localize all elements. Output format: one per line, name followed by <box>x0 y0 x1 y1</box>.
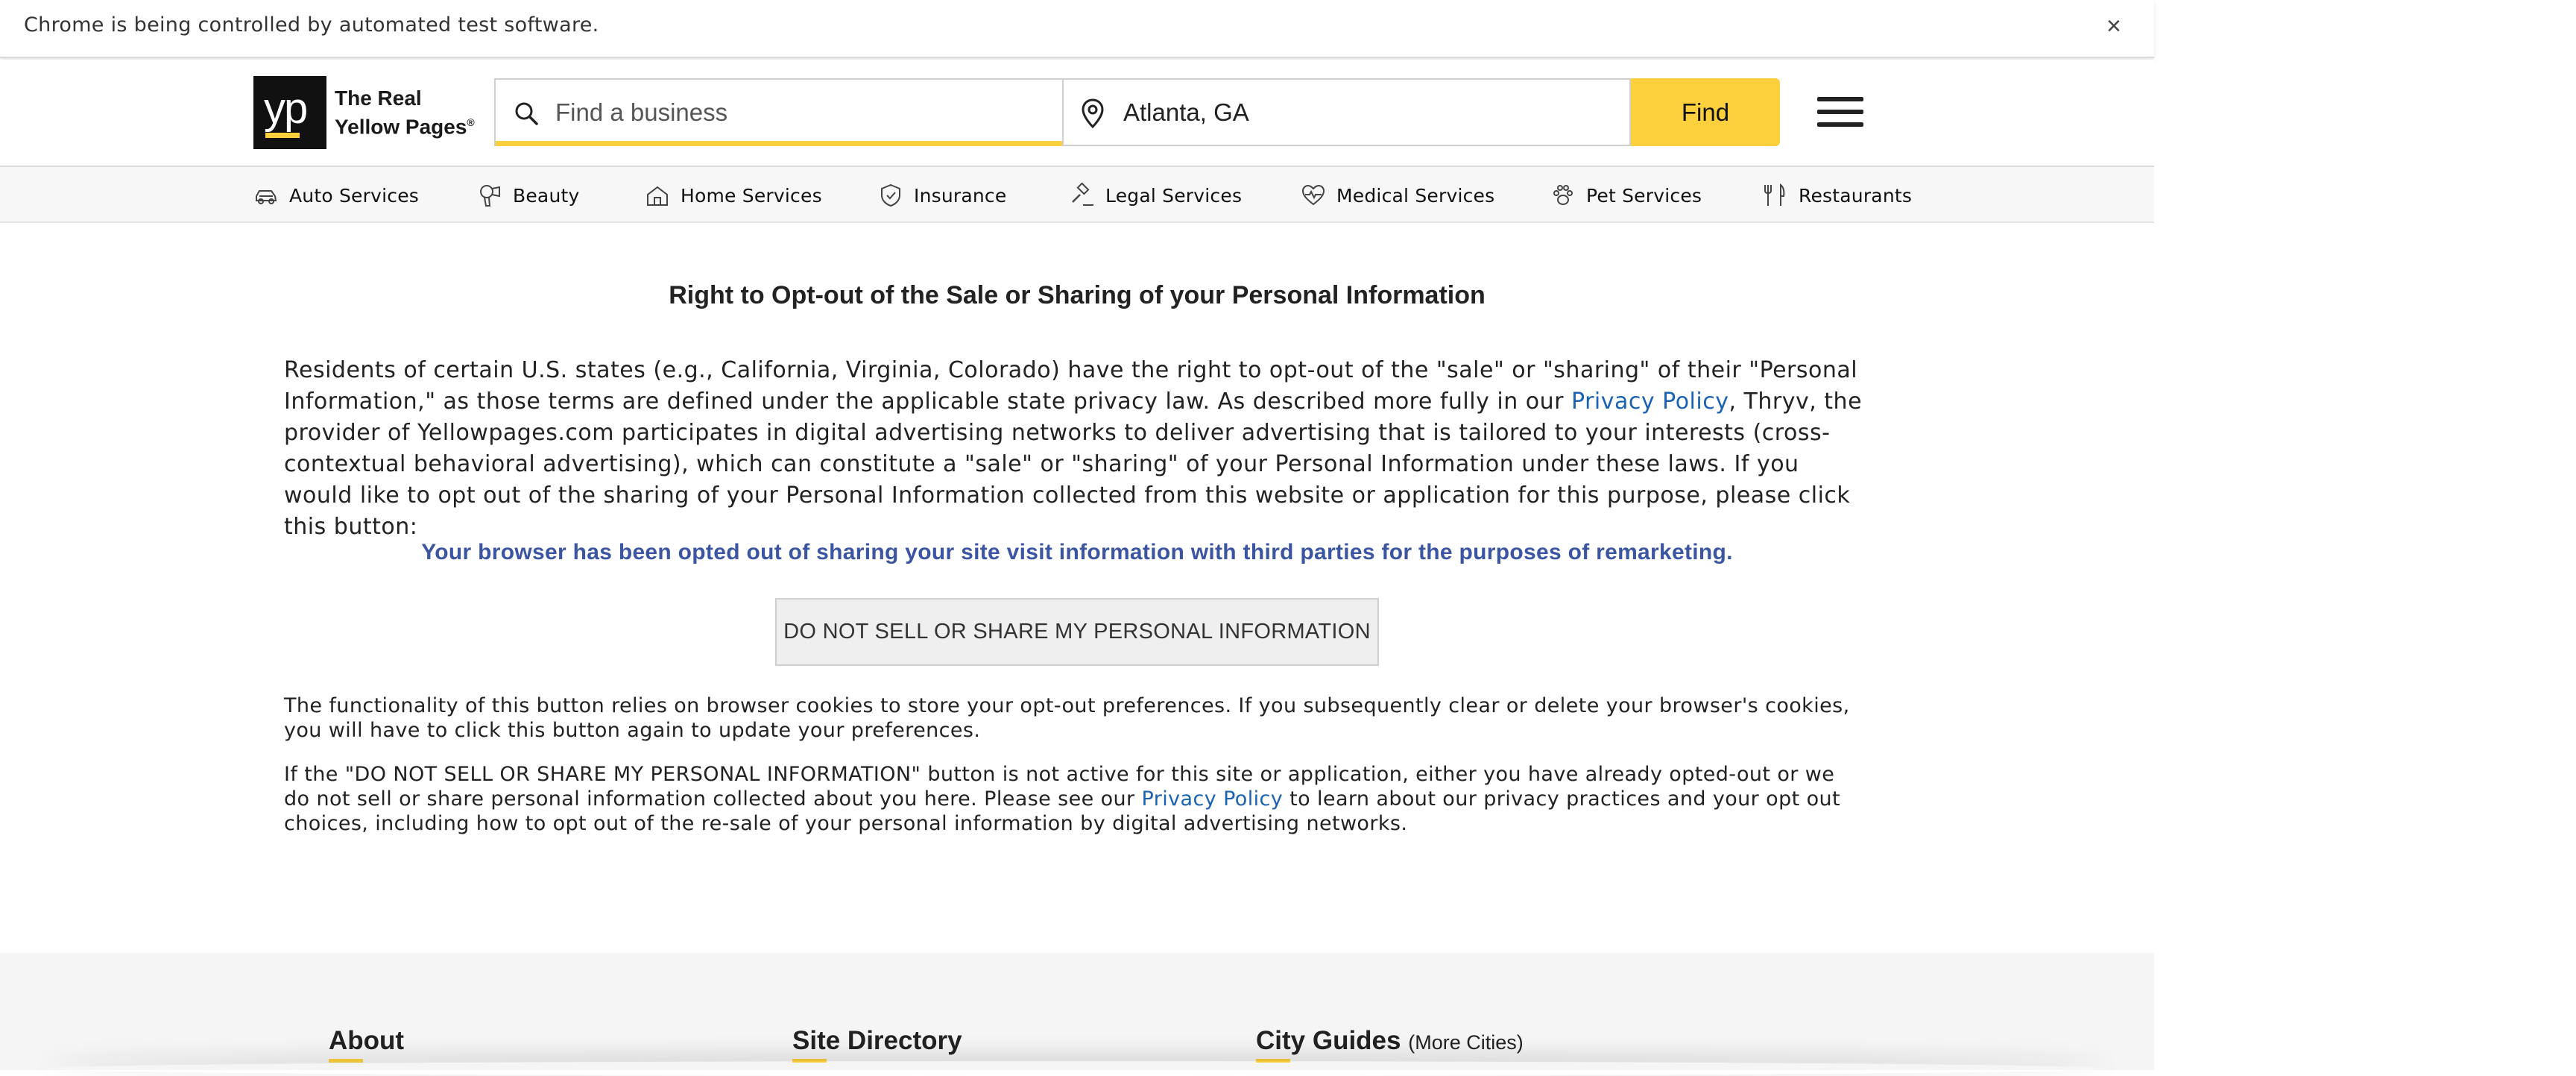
privacy-policy-link[interactable]: Privacy Policy <box>1571 388 1729 415</box>
category-legal-services[interactable]: Legal Services <box>1070 182 1242 209</box>
page-title: Right to Opt-out of the Sale or Sharing … <box>669 281 1486 309</box>
location-pin-icon <box>1082 98 1104 129</box>
footer-shadow <box>45 1061 2109 1076</box>
site-header: yp The Real Yellow Pages® Find <box>0 60 2154 167</box>
hair-dryer-icon <box>480 185 500 207</box>
heading-underline <box>329 1059 363 1063</box>
category-medical-services[interactable]: Medical Services <box>1301 182 1494 209</box>
logo-line2: Yellow Pages <box>335 115 467 139</box>
category-label: Legal Services <box>1105 184 1243 207</box>
category-insurance[interactable]: Insurance <box>878 182 1006 209</box>
category-label: Auto Services <box>289 184 420 207</box>
opt-out-intro-paragraph: Residents of certain U.S. states (e.g., … <box>284 355 1864 543</box>
home-icon <box>647 186 668 206</box>
more-cities-link[interactable]: (More Cities) <box>1408 1031 1524 1054</box>
category-pet-services[interactable]: Pet Services <box>1550 182 1702 209</box>
category-label: Insurance <box>914 184 1007 207</box>
category-label: Beauty <box>513 184 580 207</box>
gavel-icon <box>1072 183 1093 206</box>
category-label: Home Services <box>681 184 822 207</box>
category-home-services[interactable]: Home Services <box>645 182 822 209</box>
location-input[interactable] <box>1123 80 1600 145</box>
inactive-button-note-paragraph: If the "DO NOT SELL OR SHARE MY PERSONAL… <box>284 762 1864 836</box>
category-label: Pet Services <box>1586 184 1702 207</box>
privacy-policy-link[interactable]: Privacy Policy <box>1142 787 1284 811</box>
category-nav: Auto Services Beauty Home Services Insur… <box>0 166 2154 223</box>
cookie-note-paragraph: The functionality of this button relies … <box>284 694 1850 742</box>
search-where-box <box>1062 78 1631 146</box>
paw-icon <box>1553 185 1573 205</box>
search-icon <box>515 102 538 125</box>
category-beauty[interactable]: Beauty <box>477 182 580 209</box>
find-button[interactable]: Find <box>1631 78 1780 146</box>
search-focus-underline <box>496 141 1064 146</box>
footer-heading-about: About <box>329 1026 405 1063</box>
logo-mark-text: yp <box>264 84 308 133</box>
do-not-sell-button[interactable]: DO NOT SELL OR SHARE MY PERSONAL INFORMA… <box>775 598 1379 666</box>
site-footer: About Site Directory City Guides (More C… <box>0 953 2154 1070</box>
category-restaurants[interactable]: Restaurants <box>1763 182 1912 209</box>
footer-site-directory-label: Site Directory <box>792 1026 962 1055</box>
opted-out-status-message: Your browser has been opted out of shari… <box>421 540 1733 564</box>
infobar-message: Chrome is being controlled by automated … <box>24 13 599 37</box>
heart-pulse-icon <box>1301 184 1325 206</box>
search-business-input[interactable] <box>555 80 1032 145</box>
logo-line1: The Real <box>335 86 422 110</box>
logo-underline <box>265 133 300 138</box>
automation-infobar: Chrome is being controlled by automated … <box>0 0 2154 58</box>
footer-heading-site-directory: Site Directory <box>792 1026 962 1063</box>
category-label: Medical Services <box>1336 184 1495 207</box>
shield-icon <box>881 183 900 207</box>
category-label: Restaurants <box>1799 184 1913 207</box>
footer-city-guides-label: City Guides <box>1256 1026 1401 1055</box>
yp-logo[interactable]: yp The Real Yellow Pages® <box>253 76 475 149</box>
yp-logo-mark: yp <box>253 76 326 149</box>
close-icon[interactable]: × <box>2106 13 2121 39</box>
category-auto-services[interactable]: Auto Services <box>253 182 419 209</box>
footer-about-label: About <box>329 1026 405 1055</box>
search-what-box <box>494 78 1064 146</box>
logo-wordmark: The Real Yellow Pages® <box>335 86 475 139</box>
car-icon <box>256 190 277 204</box>
hamburger-menu-icon[interactable] <box>1817 97 1863 127</box>
utensils-icon <box>1764 183 1785 206</box>
footer-heading-city-guides: City Guides (More Cities) <box>1256 1026 1524 1063</box>
